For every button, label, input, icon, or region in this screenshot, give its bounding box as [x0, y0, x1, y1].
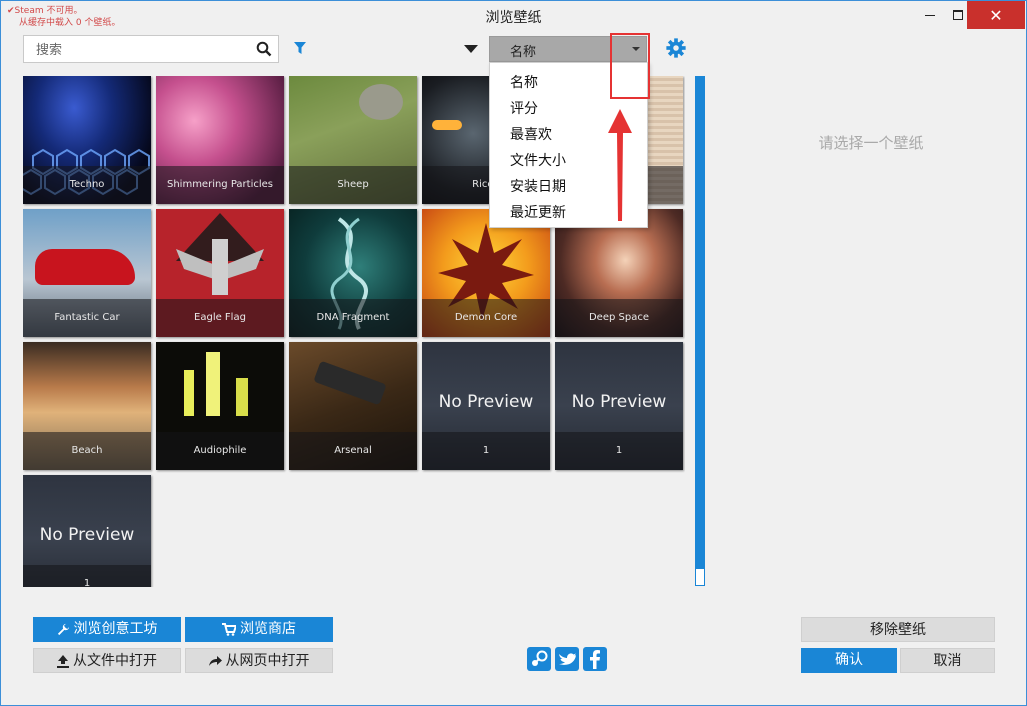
tile-caption: Beach	[23, 432, 151, 470]
wallpaper-tile[interactable]: Techno	[23, 76, 151, 204]
wallpaper-tile[interactable]: Deep Space	[555, 209, 683, 337]
sort-option-install-date[interactable]: 安装日期	[510, 176, 566, 196]
tile-caption: 1	[23, 565, 151, 587]
wallpaper-tile[interactable]: Eagle Flag	[156, 209, 284, 337]
no-preview-label: No Preview	[571, 392, 667, 412]
audio-bar	[236, 378, 248, 416]
facebook-icon[interactable]	[583, 647, 607, 671]
wallpaper-tile[interactable]: Fantastic Car	[23, 209, 151, 337]
no-preview-label: No Preview	[438, 392, 534, 412]
twitter-icon[interactable]	[555, 647, 579, 671]
annotation-arrow	[608, 109, 632, 221]
window-title: 浏览壁纸	[485, 10, 542, 26]
search-box	[23, 35, 279, 63]
sheep-rock	[359, 84, 403, 120]
sort-selected-value: 名称	[510, 45, 537, 60]
upload-icon	[57, 654, 69, 668]
car-body	[35, 249, 135, 285]
tile-caption: Fantastic Car	[23, 299, 151, 337]
browse-workshop-button[interactable]: 浏览创意工坊	[33, 617, 181, 642]
cancel-button[interactable]: 取消	[900, 648, 995, 673]
wallpaper-tile[interactable]: DNA Fragment	[289, 209, 417, 337]
wallpaper-tile[interactable]: No Preview 1	[422, 342, 550, 470]
tile-caption: Eagle Flag	[156, 299, 284, 337]
wallpaper-tile[interactable]: Shimmering Particles	[156, 76, 284, 204]
sort-option-recent-update[interactable]: 最近更新	[510, 202, 566, 222]
wallpaper-tile[interactable]: Audiophile	[156, 342, 284, 470]
sort-option-favorite[interactable]: 最喜欢	[510, 124, 552, 144]
tile-caption: Audiophile	[156, 432, 284, 470]
steam-icon[interactable]	[527, 647, 551, 671]
wallpaper-tile[interactable]: No Preview 1	[23, 475, 151, 587]
search-icon[interactable]	[256, 41, 272, 57]
browse-wallpaper-window: ✔Steam 不可用。 从缓存中载入 0 个壁纸。 浏览壁纸 ✕ 名称	[0, 0, 1027, 706]
filter-icon[interactable]	[293, 41, 307, 55]
annotation-highlight-box	[610, 33, 650, 99]
tile-caption: 1	[422, 432, 550, 470]
pistol-shape	[313, 360, 387, 406]
wallpaper-tile[interactable]: Demon Core	[422, 209, 550, 337]
open-from-web-button[interactable]: 从网页中打开	[185, 648, 333, 673]
sort-option-rating[interactable]: 评分	[510, 98, 538, 118]
close-button[interactable]: ✕	[967, 1, 1025, 29]
sort-option-file-size[interactable]: 文件大小	[510, 150, 566, 170]
tile-caption: Sheep	[289, 166, 417, 204]
ricep-flame	[432, 120, 462, 130]
gear-icon[interactable]	[665, 37, 687, 59]
preview-empty-message: 请选择一个壁纸	[818, 134, 924, 152]
wallpaper-tile[interactable]: Sheep	[289, 76, 417, 204]
wallpaper-tile[interactable]: Beach	[23, 342, 151, 470]
share-arrow-icon	[208, 656, 222, 666]
wallpaper-tile[interactable]: No Preview 1	[555, 342, 683, 470]
audio-bar	[206, 352, 220, 416]
sort-direction-icon[interactable]	[464, 45, 478, 53]
tile-caption: Arsenal	[289, 432, 417, 470]
cart-icon	[222, 622, 236, 636]
remove-wallpaper-button[interactable]: 移除壁纸	[801, 617, 995, 642]
tile-caption: Shimmering Particles	[156, 166, 284, 204]
close-icon: ✕	[989, 6, 1003, 25]
tile-caption: 1	[555, 432, 683, 470]
tile-caption: DNA Fragment	[289, 299, 417, 337]
tile-caption: Techno	[23, 166, 151, 204]
confirm-button[interactable]: 确认	[801, 648, 897, 673]
browse-store-button[interactable]: 浏览商店	[185, 617, 333, 642]
wrench-icon	[57, 623, 69, 635]
no-preview-label: No Preview	[39, 525, 135, 545]
audio-bar	[184, 370, 194, 416]
search-input[interactable]	[34, 40, 258, 60]
sort-option-name[interactable]: 名称	[510, 72, 538, 92]
title-bar: ✔Steam 不可用。 从缓存中载入 0 个壁纸。 浏览壁纸 ✕	[1, 1, 1026, 31]
scrollbar-thumb[interactable]	[696, 569, 704, 585]
wallpaper-tile[interactable]: Arsenal	[289, 342, 417, 470]
tile-caption: Demon Core	[422, 299, 550, 337]
tile-caption: Deep Space	[555, 299, 683, 337]
grid-scrollbar[interactable]	[695, 76, 705, 586]
open-from-file-button[interactable]: 从文件中打开	[33, 648, 181, 673]
